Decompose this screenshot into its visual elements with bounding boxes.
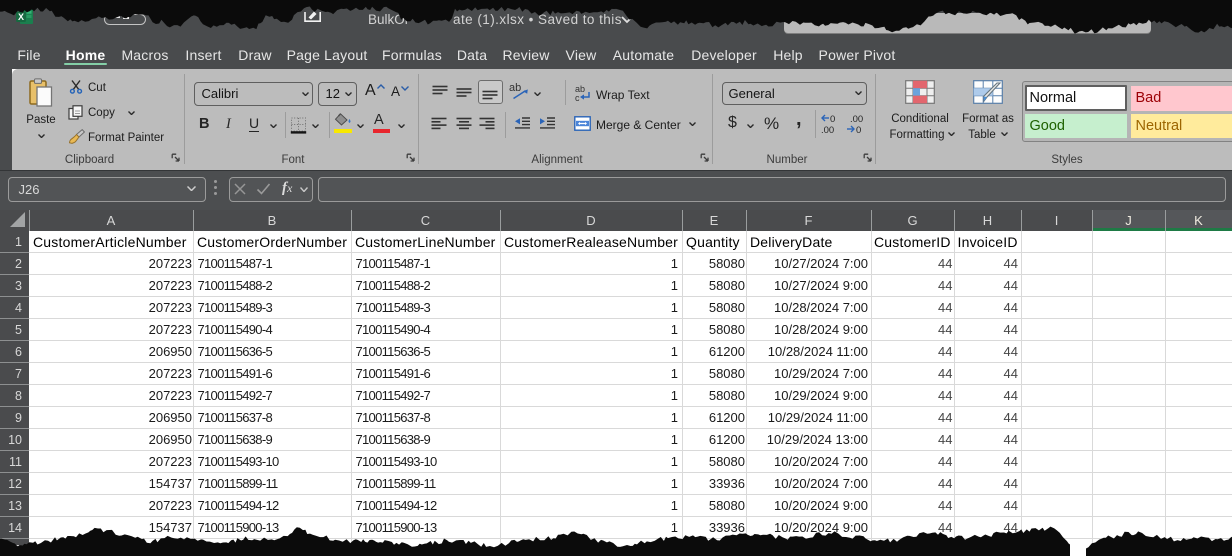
svg-text:.00: .00 [850,114,863,125]
svg-text:0: 0 [830,114,835,125]
svg-text:c: c [575,93,580,102]
svg-text:0: 0 [856,125,861,135]
svg-text:.00: .00 [821,125,834,135]
